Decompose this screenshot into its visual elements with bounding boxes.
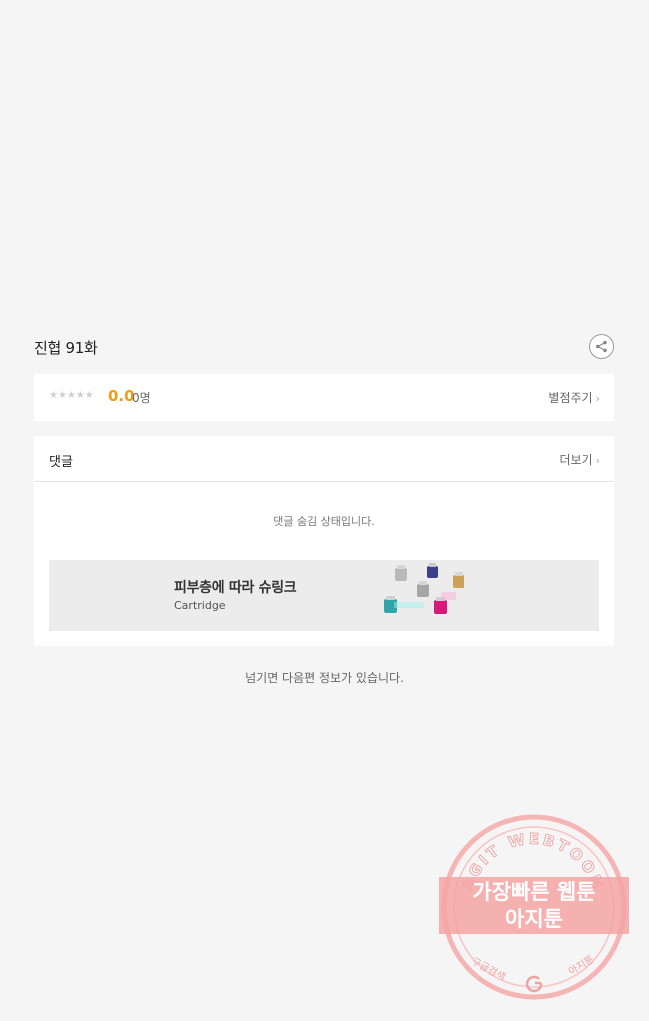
share-icon bbox=[596, 340, 607, 353]
watermark-line1: 가장빠른 웹툰 bbox=[472, 880, 595, 904]
comments-more-button[interactable]: 더보기 › bbox=[559, 451, 600, 468]
comment-panel: 댓글 더보기 › 댓글 숨김 상태입니다. 피부층에 따라 슈링크 Cartrid… bbox=[34, 436, 614, 646]
rate-button[interactable]: 별점주기 › bbox=[548, 389, 600, 406]
ad-banner[interactable]: 피부층에 따라 슈링크 Cartridge bbox=[49, 560, 599, 631]
comment-header: 댓글 더보기 › bbox=[34, 436, 614, 482]
rate-button-label: 별점주기 bbox=[548, 391, 593, 405]
rating-score: 0.0 bbox=[108, 387, 135, 405]
google-icon bbox=[525, 975, 543, 993]
watermark-stamp: AGIT WEBTOON 가장빠른 웹툰 아지툰 구글검색 아지툰 bbox=[439, 814, 629, 1000]
episode-header: 진협 91화 bbox=[34, 333, 614, 363]
episode-title: 진협 91화 bbox=[34, 339, 98, 357]
chevron-right-icon: › bbox=[595, 392, 600, 405]
rating-stars: ★★★★★ bbox=[49, 390, 94, 401]
share-button[interactable] bbox=[589, 334, 614, 359]
rating-panel: ★★★★★ 0.0 0명 별점주기 › bbox=[34, 374, 614, 421]
watermark-line2: 아지툰 bbox=[505, 907, 563, 931]
next-episode-info: 넘기면 다음편 정보가 있습니다. bbox=[245, 671, 404, 685]
chevron-right-icon: › bbox=[595, 454, 600, 467]
cartridge-product-image bbox=[384, 563, 464, 614]
comments-more-label: 더보기 bbox=[559, 453, 593, 467]
watermark-bottom-left: 구글검색 bbox=[469, 955, 507, 983]
ad-subtitle: Cartridge bbox=[174, 599, 226, 612]
comment-hidden-message: 댓글 숨김 상태입니다. bbox=[273, 515, 375, 528]
ad-title: 피부층에 따라 슈링크 bbox=[174, 580, 297, 596]
rating-count: 0명 bbox=[132, 391, 151, 405]
comment-title: 댓글 bbox=[49, 455, 73, 470]
